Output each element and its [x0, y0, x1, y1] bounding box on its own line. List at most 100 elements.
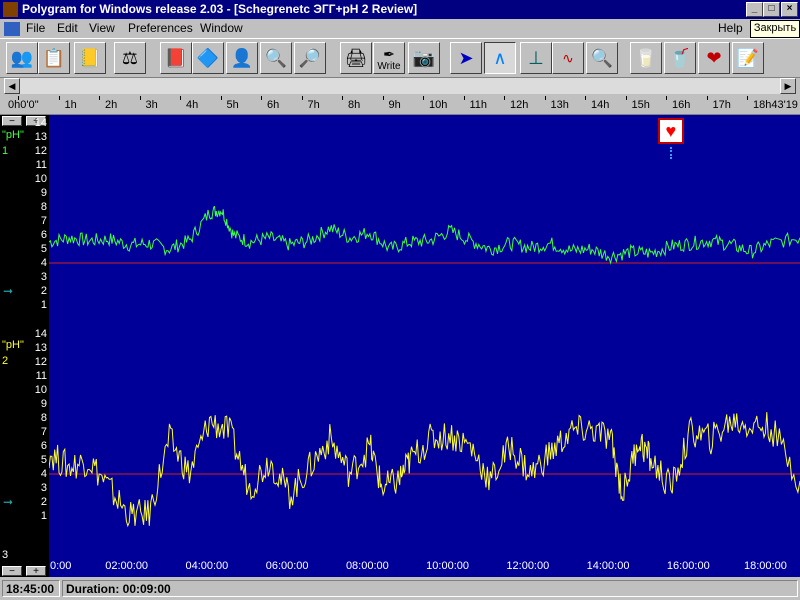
hour-label: 10h: [429, 99, 448, 111]
record-icon[interactable]: 📋: [38, 42, 70, 74]
y-tick-label: 4: [40, 468, 47, 480]
hour-label: 18h43'19: [753, 99, 798, 111]
hour-label: 14h: [591, 99, 610, 111]
status-bar: 18:45:00 Duration: 00:09:00: [0, 578, 800, 600]
heart-icon[interactable]: ♥: [657, 118, 684, 144]
book-icon[interactable]: 📕: [160, 42, 192, 74]
app-icon[interactable]: [3, 2, 18, 17]
hour-label: 4h: [186, 99, 199, 111]
hour-tick: [666, 96, 667, 100]
menu-file[interactable]: File: [26, 21, 45, 35]
bottom-minus-button[interactable]: −: [2, 566, 22, 577]
hour-tick: [544, 96, 546, 100]
hour-tick: [423, 96, 424, 100]
zoom-in-icon[interactable]: 🔍: [260, 42, 292, 74]
wave-icon[interactable]: ∿: [552, 42, 584, 74]
y-tick-label: 6: [40, 229, 47, 241]
window-title: Polygram for Windows release 2.03 - [Sch…: [22, 2, 418, 16]
notebook-icon[interactable]: 📒: [74, 42, 106, 74]
cup-full-icon[interactable]: 🥛: [630, 42, 662, 74]
y-tick-label: 10: [34, 384, 47, 396]
notepad-icon[interactable]: 📝: [732, 42, 764, 74]
hour-label: 13h: [550, 99, 569, 111]
y-tick-label: 7: [40, 426, 47, 438]
y-tick-label: 5: [40, 243, 47, 255]
peak-icon[interactable]: ∧: [484, 42, 516, 74]
hour-label: 6h: [267, 99, 280, 111]
hour-tick: [58, 96, 60, 100]
menu-edit[interactable]: Edit: [57, 21, 78, 35]
magnifier-icon[interactable]: 🔍: [586, 42, 618, 74]
time-axis-label: 16:00:00: [666, 560, 710, 572]
hour-label: 5h: [226, 99, 239, 111]
status-duration: Duration: 00:09:00: [62, 580, 798, 597]
y-tick-label: 12: [34, 145, 47, 157]
status-clock: 18:45:00: [2, 580, 60, 597]
bottom-plus-button[interactable]: +: [26, 566, 46, 577]
balance-icon[interactable]: ⚖: [114, 42, 146, 74]
chart-area[interactable]: ♥: [49, 115, 800, 577]
scroll-left-icon[interactable]: ◀: [4, 78, 20, 94]
hour-label: 15h: [631, 99, 650, 111]
scroll-track[interactable]: [20, 78, 780, 94]
y-tick-label: 6: [40, 440, 47, 452]
cube-icon[interactable]: 🔷: [192, 42, 224, 74]
heart-cross-icon[interactable]: ❤: [698, 42, 730, 74]
y-tick-label: 2: [40, 496, 47, 508]
printer-icon[interactable]: 🖨: [340, 42, 372, 74]
y-tick-label: 3: [40, 271, 47, 283]
hour-label: 3h: [145, 99, 158, 111]
time-axis-label: 04:00:00: [185, 560, 229, 572]
hour-label: 8h: [348, 99, 361, 111]
pointer-icon[interactable]: ➤: [450, 42, 482, 74]
time-axis-label: 02:00:00: [105, 560, 149, 572]
y-tick-label: 1: [40, 299, 47, 311]
title-bar: Polygram for Windows release 2.03 - [Sch…: [0, 0, 800, 19]
time-axis-label: 12:00:00: [506, 560, 550, 572]
zoom-out-icon[interactable]: 🔎: [294, 42, 326, 74]
hour-label: 7h: [307, 99, 320, 111]
cup-empty-icon[interactable]: 🥤: [664, 42, 696, 74]
y-tick-label: 8: [40, 412, 47, 424]
time-axis-label: 0:00: [50, 560, 72, 572]
ph-series-2-line: [49, 412, 800, 528]
ph-series-1-line: [49, 205, 800, 265]
time-axis: 0:00 02:00:00 04:00:00 06:00:00 08:00:00 10:0…: [49, 557, 800, 577]
menu-bar: File Edit View Preferences Window Help: [0, 19, 800, 38]
y-tick-label: 11: [35, 159, 47, 171]
write-button[interactable]: ✒ Write: [373, 42, 405, 74]
y-tick-label: 14: [34, 117, 47, 129]
close-tooltip: Закрыть: [750, 20, 800, 38]
time-axis-label: 08:00:00: [345, 560, 389, 572]
hour-tick: [220, 96, 222, 100]
minimize-button[interactable]: _: [746, 2, 763, 17]
menu-view[interactable]: View: [89, 21, 115, 35]
patient-icon[interactable]: 👥: [6, 42, 38, 74]
hour-tick: [625, 96, 627, 100]
camera-icon[interactable]: 📷: [408, 42, 440, 74]
time-axis-label: 14:00:00: [586, 560, 630, 572]
hour-tick: [99, 96, 100, 100]
channel-scale-panel: − + "pH" 1 "pH" 2 3 ➞ ➞ 14 13 12 11 10 9 8 7 6 5 4…: [0, 115, 49, 577]
y-tick-label: 3: [40, 482, 47, 494]
caliper-icon[interactable]: ⊥: [520, 42, 552, 74]
hour-label: 17h: [712, 99, 731, 111]
write-pen-icon: ✒: [383, 45, 395, 62]
hour-label: 2h: [105, 99, 118, 111]
person-note-icon[interactable]: 👤: [226, 42, 258, 74]
hour-tick: [180, 96, 181, 100]
scroll-right-icon[interactable]: ▶: [780, 78, 796, 94]
maximize-button[interactable]: □: [763, 2, 780, 17]
menu-window[interactable]: Window: [200, 21, 243, 35]
hour-tick: [585, 96, 586, 100]
close-button[interactable]: ×: [781, 2, 798, 17]
menu-preferences[interactable]: Preferences: [128, 21, 193, 35]
horizontal-scrollbar[interactable]: ◀ ▶: [4, 78, 796, 94]
y-tick-label: 9: [40, 187, 47, 199]
hour-label: 11h: [469, 99, 488, 111]
y-tick-label: 12: [34, 356, 47, 368]
ph-trace-chart: [49, 205, 800, 528]
document-icon[interactable]: [4, 22, 20, 36]
menu-help[interactable]: Help: [718, 21, 743, 35]
time-axis-label: 06:00:00: [265, 560, 309, 572]
